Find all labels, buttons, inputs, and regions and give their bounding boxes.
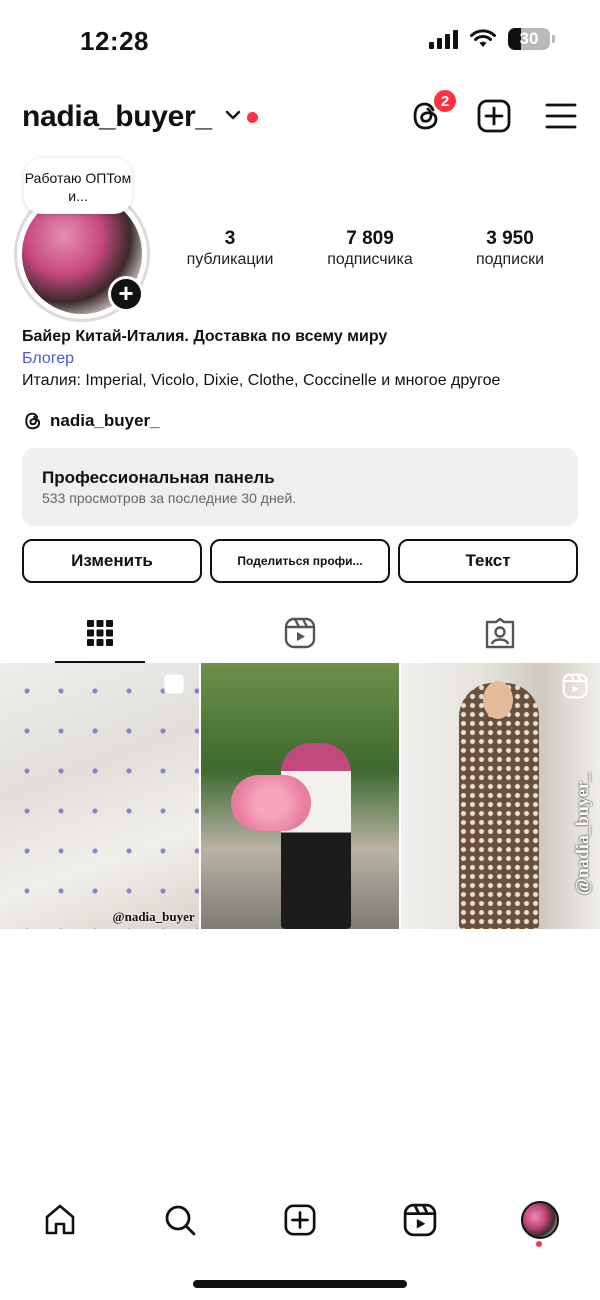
threads-notification-badge: 2 [432,88,458,114]
pro-panel-subtitle: 533 просмотров за последние 30 дней. [42,490,297,506]
tab-posts-grid[interactable] [0,604,200,663]
post-watermark: @nadia_buyer [112,909,195,924]
nav-create[interactable] [240,1190,360,1250]
status-icons: 30 [429,28,555,50]
bottom-navigation [0,1190,600,1250]
post-image [280,743,351,929]
text-button[interactable]: Текст [398,539,578,583]
nav-search[interactable] [120,1190,240,1250]
add-post-icon [284,1204,316,1236]
professional-dashboard[interactable]: Профессиональная панель 533 просмотров з… [22,448,578,526]
stat-followers-label: подписчика [327,251,413,268]
stat-following[interactable]: 3 950 подписки [440,228,580,270]
profile-bio: Байер Китай-Италия. Доставка по всему ми… [22,326,582,392]
profile-note[interactable]: Работаю ОПТом и... [24,158,132,214]
stat-followers-value: 7 809 [346,228,394,249]
status-bar: 12:28 30 [0,0,600,80]
bio-name: Байер Китай-Италия. Доставка по всему ми… [22,328,388,345]
reels-icon [403,1203,437,1237]
carousel-icon [164,674,184,694]
menu-icon[interactable] [543,98,579,134]
tab-reels[interactable] [200,604,400,662]
posts-grid: @nadia_buyer @nadia_buyer_ [0,663,600,929]
post-watermark: @nadia_buyer_ [572,772,593,895]
stat-posts-label: публикации [186,251,274,268]
status-time: 12:28 [80,26,149,56]
chevron-down-icon[interactable] [224,108,242,122]
stat-posts[interactable]: 3 публикации [160,228,300,270]
profile-avatar-icon [521,1201,559,1239]
home-icon [45,1204,75,1235]
share-profile-button[interactable]: Поделиться профи... [210,539,390,583]
threads-handle: nadia_buyer_ [50,411,160,430]
tab-tagged[interactable] [400,604,600,662]
post-image [0,663,199,929]
profile-stats: 3 публикации 7 809 подписчика 3 950 подп… [160,228,580,270]
profile-actions: Изменить Поделиться профи... Текст [22,539,578,583]
stat-following-value: 3 950 [486,228,534,249]
post-thumbnail[interactable] [200,663,400,929]
profile-header: nadia_buyer_ 2 [0,88,600,146]
profile-tabs [0,604,600,663]
nav-home[interactable] [0,1190,120,1250]
stat-posts-value: 3 [224,228,236,249]
pro-panel-title: Профессиональная панель [42,468,275,487]
reel-indicator-icon [562,673,588,699]
edit-profile-button[interactable]: Изменить [22,539,202,583]
bio-category[interactable]: Блогер [22,348,582,370]
nav-reels[interactable] [360,1190,480,1250]
battery-level: 30 [519,29,539,48]
grid-icon [87,620,113,646]
post-image [459,683,540,929]
profile-notification-dot [536,1241,542,1247]
unread-dot [247,112,258,123]
add-post-icon[interactable] [476,98,512,134]
reels-icon [284,617,316,649]
threads-profile-link[interactable]: nadia_buyer_ [22,410,160,432]
stat-following-label: подписки [475,251,545,268]
post-image-detail [230,775,311,831]
post-thumbnail[interactable]: @nadia_buyer [0,663,199,929]
wifi-icon [470,29,496,47]
account-switcher-username[interactable]: nadia_buyer_ [22,100,212,134]
tagged-icon [485,617,515,649]
cellular-signal-icon [429,29,458,49]
post-thumbnail[interactable]: @nadia_buyer_ [401,663,600,929]
stat-followers[interactable]: 7 809 подписчика [300,228,440,270]
add-story-icon[interactable]: + [108,276,144,312]
home-indicator[interactable] [193,1280,407,1288]
bio-text: Италия: Imperial, Vicolo, Dixie, Clothe,… [22,372,501,389]
battery-icon: 30 [508,28,555,50]
threads-small-icon [25,412,41,430]
search-icon [165,1205,196,1236]
